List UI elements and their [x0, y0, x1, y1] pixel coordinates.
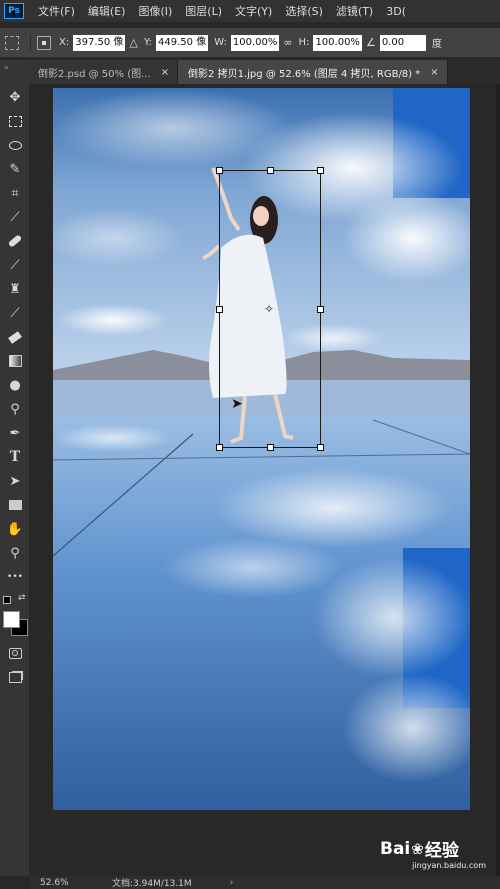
zoom-level[interactable]: 52.6% — [40, 878, 102, 888]
default-colors-icon[interactable] — [3, 596, 11, 604]
transform-handle-bottom-right[interactable] — [317, 444, 324, 451]
close-icon[interactable]: × — [161, 67, 169, 78]
hand-tool-icon[interactable]: ✋ — [6, 520, 24, 538]
reference-point-icon[interactable] — [37, 35, 51, 50]
eraser-tool-icon[interactable] — [6, 328, 24, 346]
width-field[interactable]: 100.00% — [230, 34, 280, 51]
transform-handle-top-left[interactable] — [216, 167, 223, 174]
brush-tool-icon[interactable]: ⟋ — [6, 256, 24, 274]
options-bar: X: 397.50 像 △ Y: 449.50 像 W: 100.00% ∞ H… — [0, 28, 500, 58]
menu-type[interactable]: 文字(Y) — [235, 3, 272, 19]
quick-select-tool-icon[interactable]: ✎ — [6, 160, 24, 178]
move-tool-icon[interactable]: ✥ — [6, 88, 24, 106]
scroll-edge — [496, 84, 500, 876]
x-label: X: — [59, 37, 70, 48]
menu-edit[interactable]: 编辑(E) — [88, 3, 126, 19]
menu-select[interactable]: 选择(S) — [285, 3, 323, 19]
degree-label: 度 — [431, 39, 442, 50]
history-brush-tool-icon[interactable]: ⟋ — [6, 304, 24, 322]
menu-layer[interactable]: 图层(L) — [185, 3, 222, 19]
watermark-url: jingyan.baidu.com — [412, 861, 486, 870]
lasso-tool-icon[interactable] — [6, 136, 24, 154]
height-field[interactable]: 100.00% — [313, 34, 362, 51]
link-icon[interactable]: ∞ — [283, 36, 292, 49]
toolbar: » ✥ ✎ ⌗ ⟋ ⟋ ♜ ⟋ ● ⚲ ✒ T ➤ ✋ ⚲ ••• ⇄ — [0, 60, 30, 876]
document-image[interactable]: ✧ ➤ — [53, 88, 470, 810]
h-label: H: — [298, 37, 310, 48]
document-tabs: 倒影2.psd @ 50% (图... × 倒影2 拷贝1.jpg @ 52.6… — [28, 60, 500, 84]
tab-document-2[interactable]: 倒影2 拷贝1.jpg @ 52.6% (图层 4 拷贝, RGB/8) * × — [178, 60, 448, 84]
status-bar: 52.6% 文档:3.94M/13.1M › — [30, 876, 500, 889]
w-label: W: — [214, 37, 227, 48]
panel-collapse-icon[interactable]: » — [4, 63, 9, 72]
photoshop-logo: Ps — [4, 3, 24, 19]
type-tool-icon[interactable]: T — [6, 448, 24, 466]
canvas-area[interactable]: ✧ ➤ — [30, 84, 500, 876]
transform-handle-bottom[interactable] — [267, 444, 274, 451]
tab-document-1[interactable]: 倒影2.psd @ 50% (图... × — [28, 60, 179, 84]
close-icon[interactable]: × — [430, 67, 438, 78]
watermark-brand-suffix: 经验 — [424, 841, 459, 861]
y-position-field[interactable]: 449.50 像 — [156, 34, 209, 51]
zoom-tool-icon[interactable]: ⚲ — [6, 544, 24, 562]
document-size-info: 文档:3.94M/13.1M — [112, 879, 192, 889]
tab-label: 倒影2.psd @ 50% (图... — [38, 68, 151, 80]
path-select-tool-icon[interactable]: ➤ — [6, 472, 24, 490]
crop-tool-icon[interactable]: ⌗ — [6, 184, 24, 202]
clone-stamp-tool-icon[interactable]: ♜ — [6, 280, 24, 298]
menu-image[interactable]: 图像(I) — [138, 3, 172, 19]
menu-filter[interactable]: 滤镜(T) — [336, 3, 373, 19]
transform-handle-top-right[interactable] — [317, 167, 324, 174]
rectangle-tool-icon[interactable] — [6, 496, 24, 514]
watermark-brand: Bai — [380, 838, 411, 859]
dodge-tool-icon[interactable]: ⚲ — [6, 400, 24, 418]
gradient-tool-icon[interactable] — [6, 352, 24, 370]
transform-handle-left[interactable] — [216, 306, 223, 313]
quick-mask-icon[interactable] — [6, 644, 24, 662]
transform-handle-bottom-left[interactable] — [216, 444, 223, 451]
angle-field[interactable]: 0.00 — [379, 34, 426, 51]
foreground-color-swatch[interactable] — [3, 611, 20, 628]
x-position-field[interactable]: 397.50 像 — [73, 34, 126, 51]
tab-label: 倒影2 拷贝1.jpg @ 52.6% (图层 4 拷贝, RGB/8) * — [188, 68, 421, 80]
mouse-cursor-icon: ➤ — [231, 396, 243, 412]
marquee-tool-icon[interactable] — [6, 112, 24, 130]
transform-handle-right[interactable] — [317, 306, 324, 313]
angle-icon: ∠ — [365, 36, 376, 49]
menu-3d[interactable]: 3D( — [386, 5, 406, 18]
status-menu-arrow-icon[interactable]: › — [230, 878, 234, 888]
relative-position-icon[interactable]: △ — [129, 36, 137, 49]
blur-tool-icon[interactable]: ● — [6, 376, 24, 394]
baidu-jingyan-watermark: Bai ❀ 经验 jingyan.baidu.com — [380, 836, 490, 876]
y-label: Y: — [143, 37, 153, 48]
healing-brush-tool-icon[interactable] — [6, 232, 24, 250]
menu-bar: Ps 文件(F) 编辑(E) 图像(I) 图层(L) 文字(Y) 选择(S) 滤… — [0, 0, 500, 22]
baidu-paw-icon: ❀ — [411, 839, 424, 858]
transform-handle-top[interactable] — [267, 167, 274, 174]
divider — [30, 33, 31, 52]
more-tools-icon[interactable]: ••• — [6, 568, 24, 586]
menu-file[interactable]: 文件(F) — [38, 3, 75, 19]
pen-tool-icon[interactable]: ✒ — [6, 424, 24, 442]
transform-center-icon[interactable]: ✧ — [264, 302, 274, 316]
swap-colors-icon[interactable]: ⇄ — [18, 593, 26, 603]
transform-options-icon[interactable] — [5, 35, 19, 50]
eyedropper-tool-icon[interactable]: ⟋ — [6, 208, 24, 226]
screen-mode-icon[interactable] — [6, 668, 24, 686]
